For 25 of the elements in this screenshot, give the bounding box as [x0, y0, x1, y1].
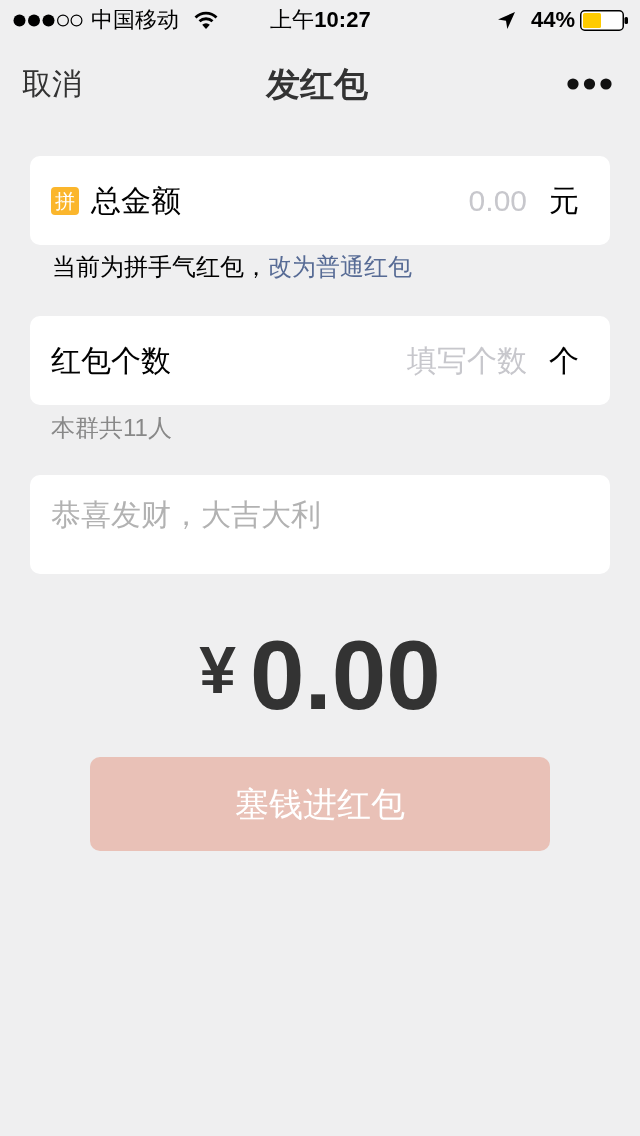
amount-label: 总金额 — [91, 182, 181, 219]
location-arrow-icon — [497, 11, 515, 29]
carrier-name: 中国移动 — [91, 7, 179, 33]
count-label: 红包个数 — [51, 342, 171, 379]
lucky-mode-badge: 拼 — [51, 186, 79, 215]
battery-icon — [580, 9, 628, 31]
count-field[interactable]: 填写个数 — [181, 340, 527, 381]
signal-icon — [13, 13, 83, 27]
currency-symbol: ¥ — [199, 637, 236, 703]
count-unit: 个 — [549, 342, 579, 379]
page-title: 发红包 — [266, 64, 368, 104]
wifi-icon — [194, 11, 218, 29]
switch-to-normal-link[interactable]: 改为普通红包 — [268, 253, 412, 280]
battery-percent: 44% — [530, 7, 575, 33]
clock-time: 上午10:27 — [270, 7, 371, 33]
mode-hint: 当前为拼手气红包，改为普通红包 — [51, 252, 413, 282]
message-field[interactable]: 恭喜发财，大吉大利 — [30, 475, 610, 574]
currency-unit: 元 — [549, 182, 579, 219]
amount-field[interactable]: 0.00 — [191, 180, 527, 221]
group-size-note: 本群共11人 — [50, 413, 173, 443]
more-icon[interactable] — [567, 78, 612, 90]
amount-input-row[interactable]: 拼 总金额 0.00 元 — [30, 156, 610, 245]
count-input-row[interactable]: 红包个数 填写个数 个 — [30, 316, 610, 405]
total-amount: 0.00 — [250, 625, 441, 725]
cancel-button[interactable]: 取消 — [22, 66, 82, 102]
